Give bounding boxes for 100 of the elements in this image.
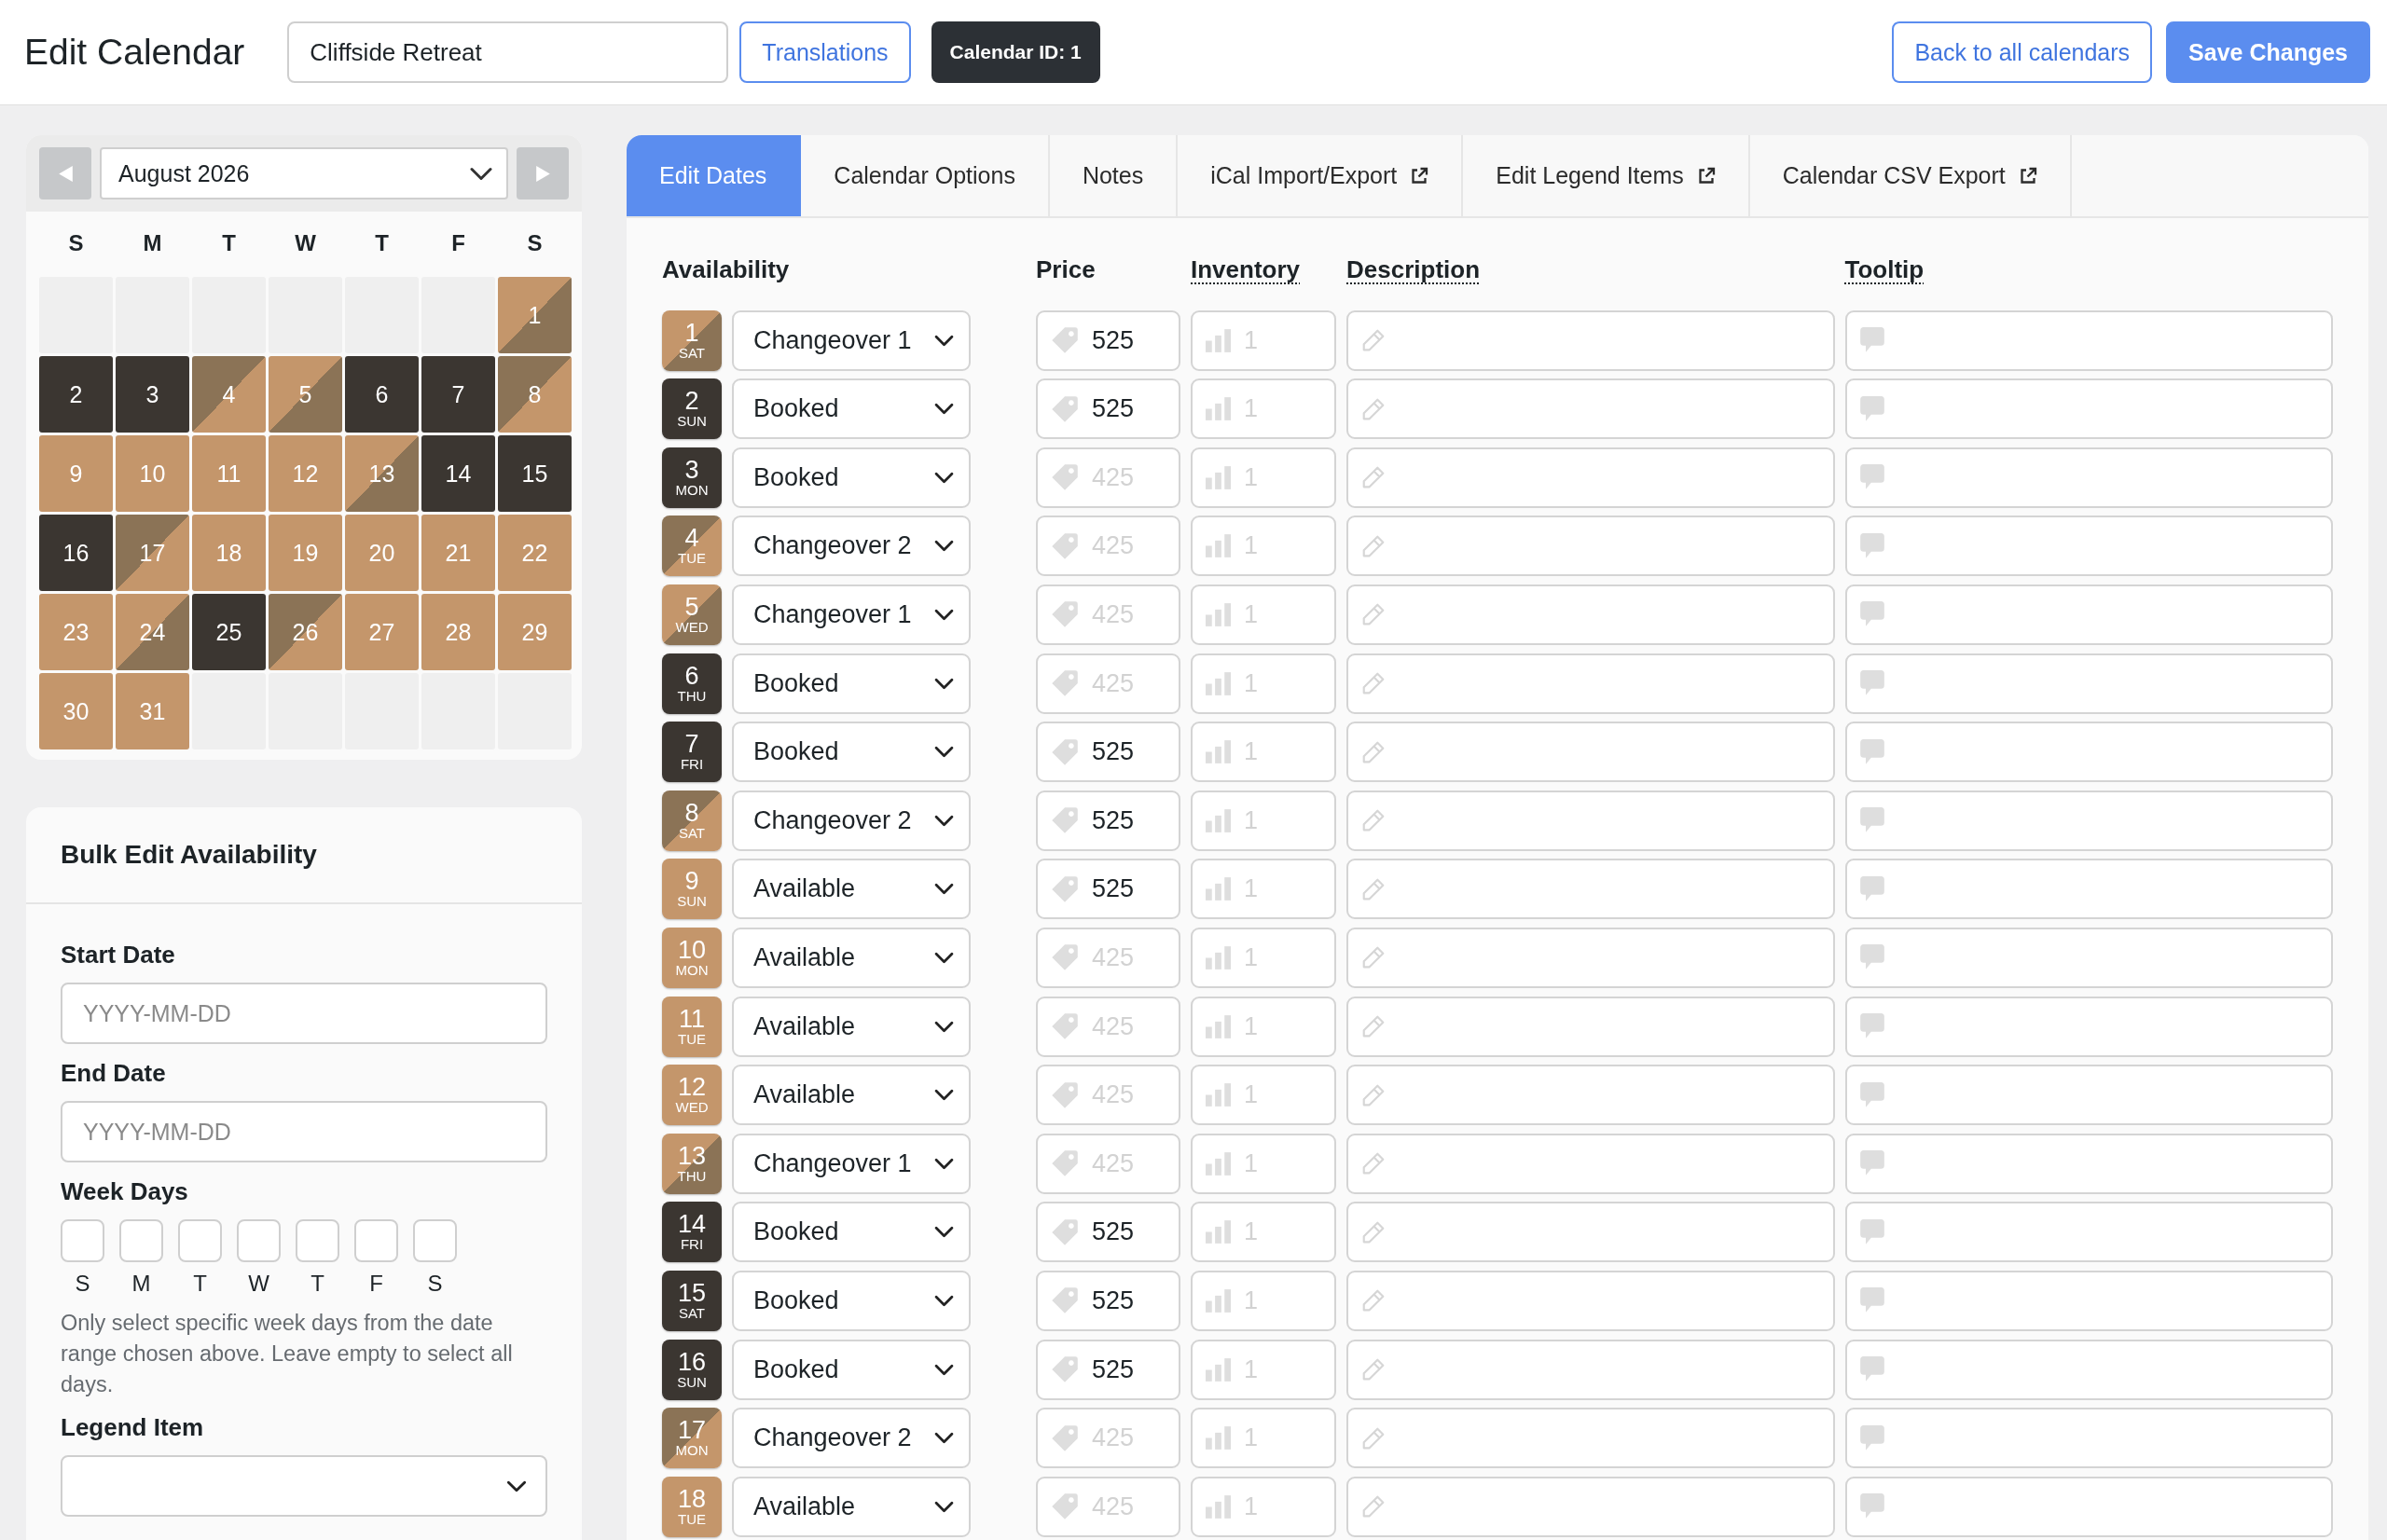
calendar-day[interactable]: 5 bbox=[269, 356, 342, 433]
availability-select[interactable]: Changeover 1 bbox=[732, 584, 971, 645]
save-button[interactable]: Save Changes bbox=[2166, 21, 2370, 83]
calendar-day[interactable]: 22 bbox=[498, 515, 572, 591]
tooltip-field[interactable] bbox=[1844, 309, 2333, 371]
calendar-day[interactable]: 18 bbox=[192, 515, 266, 591]
availability-select[interactable]: Changeover 1 bbox=[732, 309, 971, 371]
tooltip-field[interactable] bbox=[1844, 859, 2333, 920]
tooltip-field[interactable] bbox=[1844, 653, 2333, 714]
price-field[interactable]: 525 bbox=[1036, 1202, 1180, 1263]
next-month-button[interactable] bbox=[517, 147, 569, 199]
description-field[interactable] bbox=[1346, 1339, 1835, 1400]
availability-select[interactable]: Changeover 2 bbox=[732, 516, 971, 577]
tab[interactable]: Edit Legend Items bbox=[1463, 135, 1750, 216]
description-field[interactable] bbox=[1346, 1133, 1835, 1194]
tooltip-field[interactable] bbox=[1844, 927, 2333, 988]
description-field[interactable] bbox=[1346, 447, 1835, 508]
availability-select[interactable]: Booked bbox=[732, 1339, 971, 1400]
tooltip-field[interactable] bbox=[1844, 516, 2333, 577]
previous-month-button[interactable] bbox=[39, 147, 91, 199]
tooltip-field[interactable] bbox=[1844, 1065, 2333, 1126]
description-field[interactable] bbox=[1346, 790, 1835, 851]
availability-select[interactable]: Booked bbox=[732, 1270, 971, 1331]
price-field[interactable]: 525 bbox=[1036, 859, 1180, 920]
tooltip-field[interactable] bbox=[1844, 1339, 2333, 1400]
tooltip-field[interactable] bbox=[1844, 378, 2333, 440]
calendar-name-field[interactable]: Cliffside Retreat bbox=[287, 21, 729, 83]
tooltip-field[interactable] bbox=[1844, 1133, 2333, 1194]
price-field[interactable]: 525 bbox=[1036, 309, 1180, 371]
tooltip-field[interactable] bbox=[1844, 447, 2333, 508]
calendar-day[interactable]: 11 bbox=[192, 435, 266, 512]
calendar-day[interactable]: 23 bbox=[39, 594, 113, 670]
price-field[interactable]: 525 bbox=[1036, 1270, 1180, 1331]
description-field[interactable] bbox=[1346, 996, 1835, 1057]
description-field[interactable] bbox=[1346, 584, 1835, 645]
calendar-day[interactable]: 16 bbox=[39, 515, 113, 591]
description-field[interactable] bbox=[1346, 1065, 1835, 1126]
tab[interactable]: iCal Import/Export bbox=[1178, 135, 1464, 216]
calendar-day[interactable]: 31 bbox=[116, 673, 189, 749]
weekday-checkbox[interactable] bbox=[237, 1219, 281, 1262]
description-field[interactable] bbox=[1346, 516, 1835, 577]
availability-select[interactable]: Changeover 1 bbox=[732, 1133, 971, 1194]
tooltip-field[interactable] bbox=[1844, 722, 2333, 783]
calendar-day[interactable]: 28 bbox=[421, 594, 495, 670]
price-field[interactable]: 525 bbox=[1036, 722, 1180, 783]
price-field[interactable]: 525 bbox=[1036, 1339, 1180, 1400]
description-field[interactable] bbox=[1346, 1270, 1835, 1331]
tab[interactable]: Edit Dates bbox=[627, 135, 802, 216]
description-field[interactable] bbox=[1346, 1202, 1835, 1263]
legend-item-select[interactable] bbox=[61, 1455, 547, 1517]
end-date-field[interactable]: YYYY-MM-DD bbox=[61, 1101, 547, 1162]
calendar-day[interactable]: 9 bbox=[39, 435, 113, 512]
calendar-day[interactable]: 24 bbox=[116, 594, 189, 670]
description-field[interactable] bbox=[1346, 1476, 1835, 1537]
tooltip-field[interactable] bbox=[1844, 996, 2333, 1057]
price-field[interactable]: 525 bbox=[1036, 790, 1180, 851]
tooltip-field[interactable] bbox=[1844, 584, 2333, 645]
availability-select[interactable]: Booked bbox=[732, 653, 971, 714]
availability-select[interactable]: Available bbox=[732, 859, 971, 920]
description-field[interactable] bbox=[1346, 927, 1835, 988]
availability-select[interactable]: Available bbox=[732, 996, 971, 1057]
back-to-calendars-button[interactable]: Back to all calendars bbox=[1892, 21, 2153, 83]
availability-select[interactable]: Booked bbox=[732, 378, 971, 440]
calendar-day[interactable]: 21 bbox=[421, 515, 495, 591]
availability-select[interactable]: Changeover 2 bbox=[732, 1408, 971, 1469]
availability-select[interactable]: Booked bbox=[732, 447, 971, 508]
calendar-day[interactable]: 29 bbox=[498, 594, 572, 670]
description-field[interactable] bbox=[1346, 309, 1835, 371]
availability-select[interactable]: Available bbox=[732, 1476, 971, 1537]
calendar-day[interactable]: 1 bbox=[498, 277, 572, 353]
description-field[interactable] bbox=[1346, 1408, 1835, 1469]
calendar-day[interactable]: 8 bbox=[498, 356, 572, 433]
weekday-checkbox[interactable] bbox=[178, 1219, 222, 1262]
calendar-day[interactable]: 20 bbox=[345, 515, 419, 591]
calendar-day[interactable]: 19 bbox=[269, 515, 342, 591]
calendar-day[interactable]: 26 bbox=[269, 594, 342, 670]
availability-select[interactable]: Booked bbox=[732, 722, 971, 783]
calendar-day[interactable]: 17 bbox=[116, 515, 189, 591]
calendar-day[interactable]: 25 bbox=[192, 594, 266, 670]
calendar-day[interactable]: 7 bbox=[421, 356, 495, 433]
calendar-day[interactable]: 4 bbox=[192, 356, 266, 433]
tooltip-field[interactable] bbox=[1844, 1202, 2333, 1263]
description-field[interactable] bbox=[1346, 653, 1835, 714]
calendar-day[interactable]: 6 bbox=[345, 356, 419, 433]
weekday-checkbox[interactable] bbox=[296, 1219, 339, 1262]
calendar-day[interactable]: 10 bbox=[116, 435, 189, 512]
tooltip-field[interactable] bbox=[1844, 1476, 2333, 1537]
calendar-day[interactable]: 2 bbox=[39, 356, 113, 433]
calendar-day[interactable]: 12 bbox=[269, 435, 342, 512]
weekday-checkbox[interactable] bbox=[119, 1219, 163, 1262]
description-field[interactable] bbox=[1346, 722, 1835, 783]
tooltip-field[interactable] bbox=[1844, 790, 2333, 851]
availability-select[interactable]: Booked bbox=[732, 1202, 971, 1263]
price-field[interactable]: 525 bbox=[1036, 378, 1180, 440]
calendar-day[interactable]: 3 bbox=[116, 356, 189, 433]
description-field[interactable] bbox=[1346, 859, 1835, 920]
weekday-checkbox[interactable] bbox=[354, 1219, 398, 1262]
translations-button[interactable]: Translations bbox=[739, 21, 911, 83]
calendar-day[interactable]: 27 bbox=[345, 594, 419, 670]
description-field[interactable] bbox=[1346, 378, 1835, 440]
